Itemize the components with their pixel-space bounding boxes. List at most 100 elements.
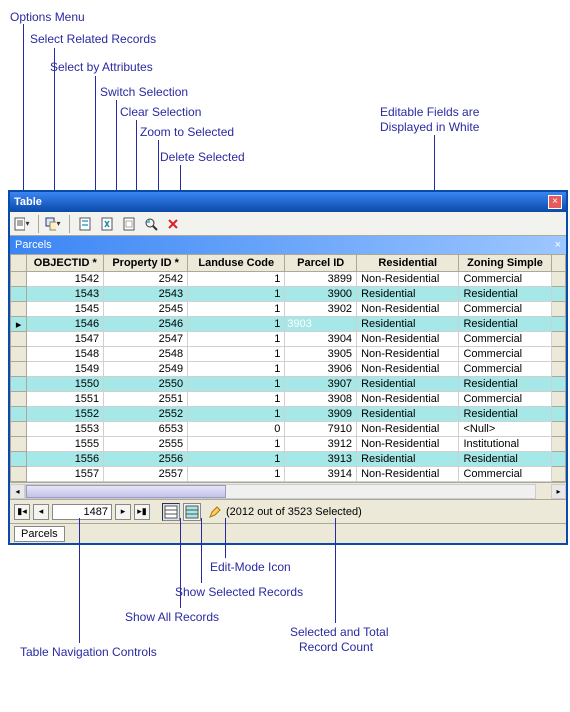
row-selector[interactable] xyxy=(11,437,27,452)
scroll-right-icon[interactable]: ▸ xyxy=(551,484,566,499)
row-selector[interactable] xyxy=(11,332,27,347)
row-selector[interactable]: ▸ xyxy=(11,317,27,332)
row-selector[interactable] xyxy=(11,422,27,437)
cell[interactable]: Commercial xyxy=(459,392,551,407)
row-selector-header[interactable] xyxy=(11,255,27,272)
table-row[interactable]: 1551255113908Non-ResidentialCommercial xyxy=(11,392,566,407)
cell[interactable]: 2542 xyxy=(104,272,188,287)
show-selected-records-button[interactable] xyxy=(183,503,201,521)
cell[interactable]: 1 xyxy=(188,287,285,302)
cell[interactable]: Residential xyxy=(357,452,459,467)
cell[interactable]: 1 xyxy=(188,332,285,347)
table-row[interactable]: 1548254813905Non-ResidentialCommercial xyxy=(11,347,566,362)
cell[interactable]: 1549 xyxy=(27,362,104,377)
row-selector[interactable] xyxy=(11,362,27,377)
show-all-records-button[interactable] xyxy=(162,503,180,521)
row-selector[interactable] xyxy=(11,392,27,407)
cell[interactable]: 3906 xyxy=(285,362,357,377)
cell[interactable]: 1548 xyxy=(27,347,104,362)
cell[interactable]: 1555 xyxy=(27,437,104,452)
table-row[interactable]: 1547254713904Non-ResidentialCommercial xyxy=(11,332,566,347)
zoom-to-selected-button[interactable] xyxy=(141,214,161,234)
row-selector[interactable] xyxy=(11,287,27,302)
cell[interactable]: 1 xyxy=(188,317,285,332)
cell[interactable]: 3904 xyxy=(285,332,357,347)
cell[interactable]: 3912 xyxy=(285,437,357,452)
cell[interactable]: Residential xyxy=(357,317,459,332)
record-number-input[interactable] xyxy=(52,504,112,520)
cell[interactable]: 1545 xyxy=(27,302,104,317)
cell[interactable]: 3903 xyxy=(285,317,357,332)
cell[interactable]: Commercial xyxy=(459,347,551,362)
options-menu-button[interactable]: ▾ xyxy=(13,214,33,234)
cell[interactable]: 1553 xyxy=(27,422,104,437)
table-row[interactable]: 1553655307910Non-Residential<Null> xyxy=(11,422,566,437)
cell[interactable]: 1 xyxy=(188,302,285,317)
cell[interactable]: 1557 xyxy=(27,467,104,482)
cell[interactable]: Non-Residential xyxy=(357,422,459,437)
cell[interactable]: Non-Residential xyxy=(357,392,459,407)
cell[interactable]: 1 xyxy=(188,272,285,287)
cell[interactable]: 1 xyxy=(188,407,285,422)
column-header[interactable]: Residential xyxy=(357,255,459,272)
cell[interactable]: Residential xyxy=(459,317,551,332)
column-header[interactable]: OBJECTID * xyxy=(27,255,104,272)
cell[interactable]: Institutional xyxy=(459,437,551,452)
cell[interactable]: 2546 xyxy=(104,317,188,332)
delete-selected-button[interactable] xyxy=(163,214,183,234)
cell[interactable]: <Null> xyxy=(459,422,551,437)
tab-parcels[interactable]: Parcels xyxy=(14,526,65,542)
cell[interactable]: Residential xyxy=(459,452,551,467)
cell[interactable]: 1556 xyxy=(27,452,104,467)
layer-close-icon[interactable]: × xyxy=(555,239,561,251)
cell[interactable]: 2549 xyxy=(104,362,188,377)
cell[interactable]: Non-Residential xyxy=(357,302,459,317)
table-row[interactable]: 1552255213909ResidentialResidential xyxy=(11,407,566,422)
cell[interactable]: 7910 xyxy=(285,422,357,437)
cell[interactable]: Residential xyxy=(357,287,459,302)
cell[interactable]: Commercial xyxy=(459,467,551,482)
cell[interactable]: 3899 xyxy=(285,272,357,287)
cell[interactable]: Non-Residential xyxy=(357,347,459,362)
cell[interactable]: Non-Residential xyxy=(357,467,459,482)
cell[interactable]: Residential xyxy=(357,407,459,422)
column-header[interactable]: Parcel ID xyxy=(285,255,357,272)
row-selector[interactable] xyxy=(11,347,27,362)
row-selector[interactable] xyxy=(11,452,27,467)
horizontal-scrollbar[interactable]: ◂ ▸ xyxy=(10,482,566,499)
cell[interactable]: Residential xyxy=(459,287,551,302)
cell[interactable]: 1 xyxy=(188,452,285,467)
row-selector[interactable] xyxy=(11,377,27,392)
cell[interactable]: 6553 xyxy=(104,422,188,437)
cell[interactable]: Residential xyxy=(459,407,551,422)
cell[interactable]: 1550 xyxy=(27,377,104,392)
row-selector[interactable] xyxy=(11,407,27,422)
cell[interactable]: 3900 xyxy=(285,287,357,302)
cell[interactable]: 2557 xyxy=(104,467,188,482)
cell[interactable]: 2552 xyxy=(104,407,188,422)
titlebar[interactable]: Table × xyxy=(10,192,566,212)
cell[interactable]: 2545 xyxy=(104,302,188,317)
cell[interactable]: 3914 xyxy=(285,467,357,482)
cell[interactable]: 2548 xyxy=(104,347,188,362)
cell[interactable]: 2543 xyxy=(104,287,188,302)
prev-record-button[interactable]: ◂ xyxy=(33,504,49,520)
cell[interactable]: 1542 xyxy=(27,272,104,287)
table-row[interactable]: 1555255513912Non-ResidentialInstitutiona… xyxy=(11,437,566,452)
cell[interactable]: 1 xyxy=(188,362,285,377)
close-icon[interactable]: × xyxy=(548,195,562,209)
table-row[interactable]: 1542254213899Non-ResidentialCommercial xyxy=(11,272,566,287)
row-selector[interactable] xyxy=(11,272,27,287)
cell[interactable]: Non-Residential xyxy=(357,272,459,287)
scrollbar-thumb[interactable] xyxy=(26,485,226,498)
cell[interactable]: Commercial xyxy=(459,362,551,377)
first-record-button[interactable]: ▮◂ xyxy=(14,504,30,520)
table-row[interactable]: ▸1546254613903ResidentialResidential xyxy=(11,317,566,332)
cell[interactable]: 1 xyxy=(188,347,285,362)
cell[interactable]: 1 xyxy=(188,377,285,392)
clear-selection-button[interactable] xyxy=(119,214,139,234)
cell[interactable]: 3902 xyxy=(285,302,357,317)
cell[interactable]: Non-Residential xyxy=(357,362,459,377)
cell[interactable]: 1551 xyxy=(27,392,104,407)
cell[interactable]: Non-Residential xyxy=(357,437,459,452)
